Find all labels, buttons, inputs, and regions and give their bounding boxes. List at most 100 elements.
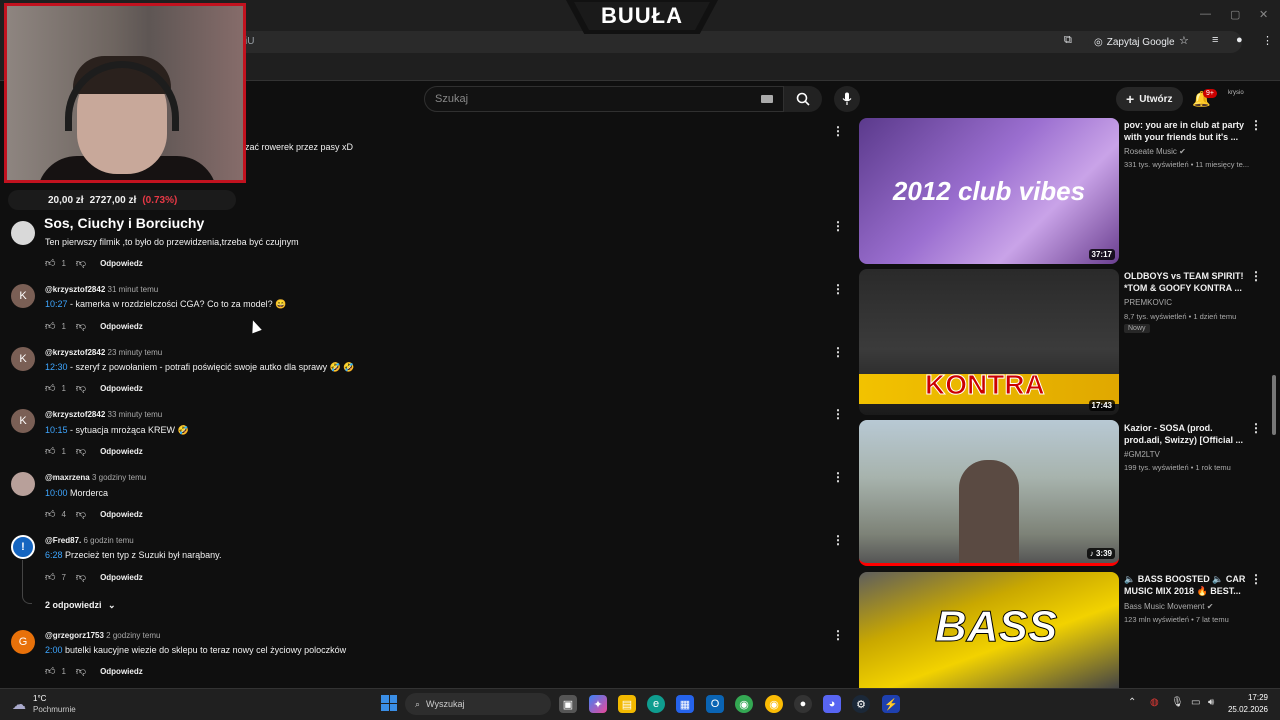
comment-author[interactable]: @krzysztof2842: [45, 410, 105, 419]
like-icon[interactable]: 👍︎: [45, 320, 55, 332]
dislike-icon[interactable]: 👎︎: [76, 320, 86, 332]
video-title[interactable]: 🔈 BASS BOOSTED 🔈 CAR MUSIC MIX 2018 🔥 BE…: [1124, 573, 1246, 597]
comment-author[interactable]: @Fred87.: [45, 536, 81, 545]
timestamp-link[interactable]: 6:28: [45, 550, 63, 560]
video-menu-icon[interactable]: ⋮: [1250, 269, 1262, 283]
comment-author[interactable]: @krzysztof2842: [45, 348, 105, 357]
comment-time[interactable]: 2 godziny temu: [106, 631, 160, 640]
reply-button[interactable]: Odpowiedz: [100, 667, 143, 676]
comment-avatar[interactable]: G: [11, 630, 35, 654]
replies-toggle[interactable]: 2 odpowiedzi ⌄: [45, 600, 116, 611]
video-menu-icon[interactable]: ⋮: [1250, 572, 1262, 586]
profile-icon[interactable]: ●: [1236, 34, 1243, 46]
timestamp-link[interactable]: 10:27: [45, 299, 68, 309]
comment-avatar[interactable]: !: [11, 535, 35, 559]
clock-time[interactable]: 17:29: [1222, 693, 1268, 702]
video-channel[interactable]: Roseate Music ✔: [1124, 147, 1186, 156]
video-title[interactable]: Kazior - SOSA (prod. prod.adi, Swizzy) […: [1124, 422, 1246, 446]
like-icon[interactable]: 👍︎: [45, 445, 55, 457]
dislike-icon[interactable]: 👎︎: [76, 665, 86, 677]
reply-button[interactable]: Odpowiedz: [100, 510, 143, 519]
dislike-icon[interactable]: 👎︎: [76, 445, 86, 457]
video-title[interactable]: OLDBOYS vs TEAM SPIRIT! *TOM & GOOFY KON…: [1124, 270, 1246, 294]
timestamp-link[interactable]: 2:00: [45, 645, 63, 655]
video-channel[interactable]: PREMKOVIC: [1124, 298, 1172, 307]
reply-button[interactable]: Odpowiedz: [100, 259, 143, 268]
video-channel[interactable]: Bass Music Movement ✔: [1124, 602, 1213, 611]
comment-menu-icon[interactable]: ⋮: [832, 345, 844, 359]
comment-menu-icon[interactable]: ⋮: [832, 124, 844, 138]
edge-icon[interactable]: e: [647, 695, 665, 713]
comment-time[interactable]: 33 minuty temu: [108, 410, 163, 419]
reply-button[interactable]: Odpowiedz: [100, 447, 143, 456]
video-thumbnail[interactable]: KONTRA 17:43: [859, 269, 1119, 415]
network-icon[interactable]: ▭: [1191, 697, 1200, 708]
reply-button[interactable]: Odpowiedz: [100, 322, 143, 331]
timestamp-link[interactable]: 10:15: [45, 425, 68, 435]
create-button[interactable]: + Utwórz: [1116, 87, 1183, 111]
comment-menu-icon[interactable]: ⋮: [832, 533, 844, 547]
comment-avatar[interactable]: K: [11, 409, 35, 433]
account-avatar[interactable]: krysio: [1228, 90, 1244, 96]
video-thumbnail[interactable]: 2012 club vibes 37:17: [859, 118, 1119, 264]
ask-google-button[interactable]: ◎ Zapytaj Google: [1088, 33, 1181, 51]
comment-time[interactable]: 6 godzin temu: [84, 536, 134, 545]
cloud-icon[interactable]: ☁: [12, 696, 26, 713]
comment-time[interactable]: 31 minut temu: [108, 285, 159, 294]
maximize-icon[interactable]: ▢: [1230, 8, 1240, 21]
start-button[interactable]: [381, 695, 397, 711]
comment-menu-icon[interactable]: ⋮: [832, 628, 844, 642]
timestamp-link[interactable]: 10:00: [45, 488, 68, 498]
obs-icon[interactable]: ●: [794, 695, 812, 713]
steam-icon[interactable]: ⚙: [852, 695, 870, 713]
video-thumbnail[interactable]: BASS: [859, 572, 1119, 688]
comment-menu-icon[interactable]: ⋮: [832, 407, 844, 421]
comment-menu-icon[interactable]: ⋮: [832, 470, 844, 484]
install-app-icon[interactable]: ⧉: [1064, 34, 1072, 47]
comment-menu-icon[interactable]: ⋮: [832, 282, 844, 296]
comment-avatar[interactable]: K: [11, 347, 35, 371]
copilot-icon[interactable]: ✦: [589, 695, 607, 713]
comment-time[interactable]: 23 minuty temu: [108, 348, 163, 357]
reply-button[interactable]: Odpowiedz: [100, 384, 143, 393]
video-thumbnail[interactable]: ♪ 3:39: [859, 420, 1119, 566]
microphone-icon[interactable]: 🎙︎: [1171, 697, 1184, 708]
discord-icon[interactable]: ◕: [823, 695, 841, 713]
like-icon[interactable]: 👍︎: [45, 382, 55, 394]
video-menu-icon[interactable]: ⋮: [1250, 421, 1262, 435]
bookmark-star-icon[interactable]: ☆: [1179, 34, 1189, 47]
file-explorer-icon[interactable]: ▤: [618, 695, 636, 713]
chrome-active-icon[interactable]: ◉: [765, 695, 783, 713]
taskbar-search[interactable]: ⌕ Wyszukaj: [405, 693, 551, 715]
close-icon[interactable]: ✕: [1259, 8, 1268, 21]
dislike-icon[interactable]: 👎︎: [76, 382, 86, 394]
comment-author[interactable]: @grzegorz1753: [45, 631, 104, 640]
browser-menu-icon[interactable]: ⋮: [1262, 34, 1273, 47]
like-icon[interactable]: 👍︎: [45, 665, 55, 677]
like-icon[interactable]: 👍︎: [45, 257, 55, 269]
media-queue-icon[interactable]: ≡: [1212, 34, 1218, 46]
like-icon[interactable]: 👍︎: [45, 571, 55, 583]
video-title[interactable]: pov: you are in club at party with your …: [1124, 119, 1246, 143]
video-menu-icon[interactable]: ⋮: [1250, 118, 1262, 132]
chrome-icon[interactable]: ◉: [735, 695, 753, 713]
search-button[interactable]: [784, 86, 822, 112]
search-input[interactable]: Szukaj: [424, 86, 784, 112]
comment-author[interactable]: @maxrzena: [45, 473, 90, 482]
clock-date[interactable]: 25.02.2026: [1222, 705, 1268, 714]
comment-avatar[interactable]: [11, 221, 35, 245]
keyboard-icon[interactable]: [761, 95, 773, 103]
outlook-icon[interactable]: O: [706, 695, 724, 713]
weather-desc[interactable]: Pochmurnie: [33, 705, 76, 714]
volume-icon[interactable]: 🔊︎: [1208, 697, 1214, 708]
tray-app-icon[interactable]: ◍: [1150, 697, 1159, 708]
minimize-icon[interactable]: —: [1200, 8, 1211, 20]
reply-button[interactable]: Odpowiedz: [100, 573, 143, 582]
comment-avatar[interactable]: [11, 472, 35, 496]
tray-chevron-icon[interactable]: ⌃: [1128, 697, 1136, 708]
address-url[interactable]: iU: [245, 36, 254, 47]
weather-temp[interactable]: 1°C: [33, 694, 46, 703]
comment-author[interactable]: @krzysztof2842: [45, 285, 105, 294]
task-view-icon[interactable]: ▣: [559, 695, 577, 713]
comment-avatar[interactable]: K: [11, 284, 35, 308]
